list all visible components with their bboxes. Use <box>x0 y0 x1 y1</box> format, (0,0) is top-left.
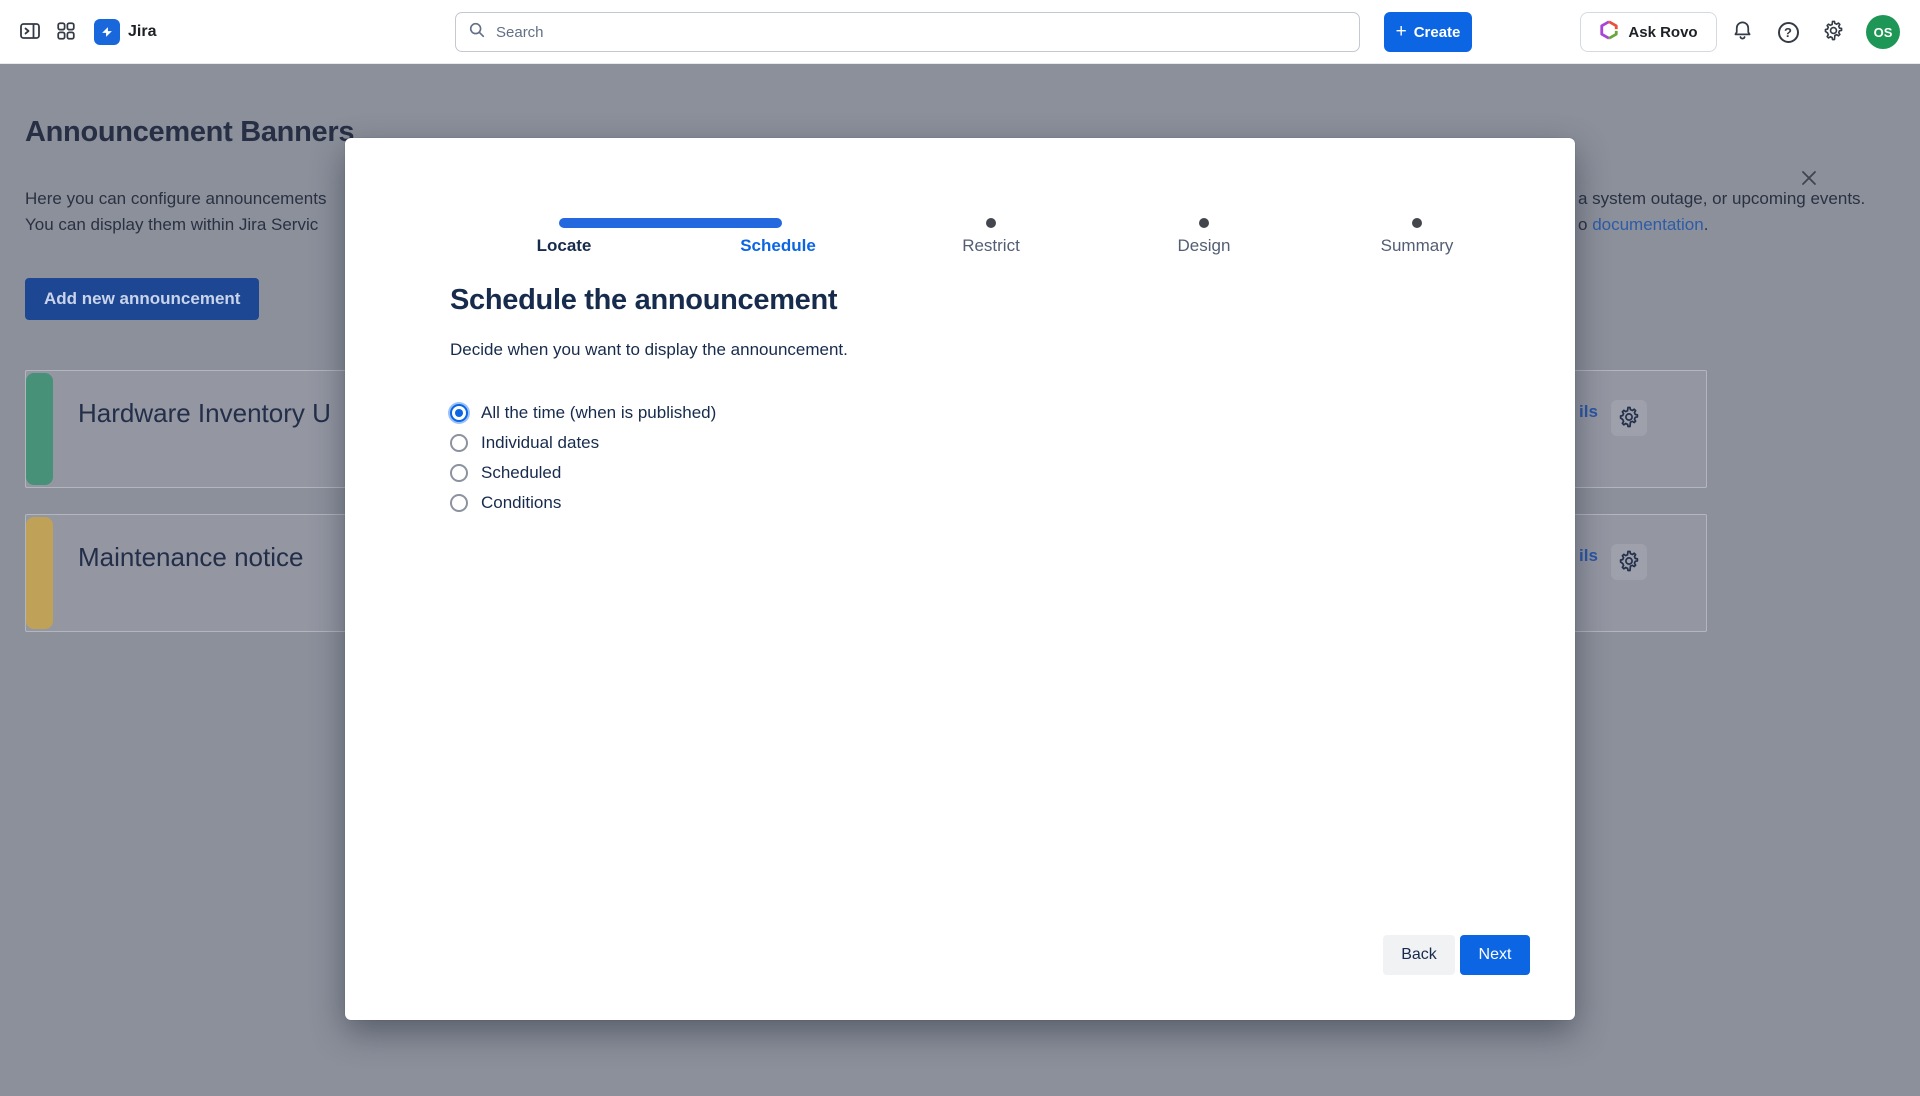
step-dot-summary <box>1412 218 1422 228</box>
step-schedule[interactable]: Schedule <box>678 236 878 256</box>
card-accent-bar-yellow <box>26 517 53 629</box>
radio-option-all-the-time[interactable]: All the time (when is published) <box>450 403 716 422</box>
avatar-initials: OS <box>1873 24 1893 40</box>
step-design[interactable]: Design <box>1104 236 1304 256</box>
page-intro-right-fragment: a system outage, or upcoming events. o d… <box>1578 186 1865 238</box>
back-button[interactable]: Back <box>1383 935 1455 975</box>
card-title: Maintenance notice <box>78 542 304 572</box>
details-link-fragment[interactable]: ils <box>1579 402 1598 422</box>
search-icon <box>468 21 486 44</box>
schedule-options-group: All the time (when is published) Individ… <box>450 403 716 524</box>
add-new-announcement-button[interactable]: Add new announcement <box>25 278 260 320</box>
card-settings-button[interactable] <box>1611 400 1647 436</box>
notifications-button[interactable] <box>1728 18 1756 46</box>
stepper-progress-bar <box>559 218 782 228</box>
page-intro-left-fragment: Here you can configure announcements You… <box>25 186 347 238</box>
settings-button[interactable] <box>1819 18 1847 46</box>
top-navigation-bar: Jira + Create Ask Rovo ? <box>0 0 1920 64</box>
ask-rovo-button[interactable]: Ask Rovo <box>1580 12 1717 52</box>
radio-option-scheduled[interactable]: Scheduled <box>450 463 716 482</box>
documentation-link[interactable]: documentation <box>1592 215 1704 234</box>
gear-icon <box>1822 19 1845 45</box>
step-summary[interactable]: Summary <box>1317 236 1517 256</box>
jira-admin-screen: Jira + Create Ask Rovo ? <box>0 0 1920 1096</box>
intro-line-2-right: o documentation. <box>1578 215 1709 234</box>
page-title: Announcement Banners <box>25 116 355 148</box>
card-settings-button[interactable] <box>1611 544 1647 580</box>
radio-unselected-icon <box>450 434 468 452</box>
sidebar-toggle-button[interactable] <box>16 18 44 46</box>
step-restrict[interactable]: Restrict <box>891 236 1091 256</box>
rovo-icon <box>1599 20 1619 44</box>
radio-unselected-icon <box>450 464 468 482</box>
radio-unselected-icon <box>450 494 468 512</box>
app-grid-icon <box>55 20 77 45</box>
radio-option-individual-dates[interactable]: Individual dates <box>450 433 716 452</box>
question-mark-icon: ? <box>1777 21 1799 43</box>
card-title: Hardware Inventory U <box>78 398 331 428</box>
search-input[interactable] <box>496 23 1347 41</box>
next-button[interactable]: Next <box>1460 935 1530 975</box>
global-search[interactable] <box>455 12 1360 52</box>
gear-icon <box>1617 405 1641 432</box>
step-locate[interactable]: Locate <box>464 236 664 256</box>
plus-icon: + <box>1395 20 1407 42</box>
dismiss-info-banner-button[interactable] <box>1795 164 1823 192</box>
help-button[interactable]: ? <box>1774 18 1802 46</box>
modal-subtitle: Decide when you want to display the anno… <box>450 340 848 359</box>
details-link-fragment[interactable]: ils <box>1579 546 1598 566</box>
user-avatar[interactable]: OS <box>1866 15 1900 49</box>
intro-line-2: You can display them within Jira Servic <box>25 215 319 234</box>
schedule-announcement-modal: Locate Schedule Restrict Design Summary … <box>345 138 1575 1020</box>
create-button[interactable]: + Create <box>1384 12 1472 52</box>
intro-line-1: Here you can configure announcements <box>25 189 327 208</box>
bell-icon <box>1731 19 1754 45</box>
create-button-label: Create <box>1413 23 1461 41</box>
ask-rovo-label: Ask Rovo <box>1628 23 1698 41</box>
step-dot-restrict <box>986 218 996 228</box>
app-name: Jira <box>128 23 157 40</box>
radio-option-conditions[interactable]: Conditions <box>450 493 716 512</box>
sidebar-expand-icon <box>18 19 42 46</box>
step-dot-design <box>1199 218 1209 228</box>
app-switcher-button[interactable] <box>52 18 80 46</box>
gear-icon <box>1617 549 1641 576</box>
radio-selected-icon <box>450 404 468 422</box>
jira-logo-icon[interactable] <box>94 19 120 45</box>
modal-title: Schedule the announcement <box>450 284 838 316</box>
card-accent-bar-green <box>26 373 53 485</box>
